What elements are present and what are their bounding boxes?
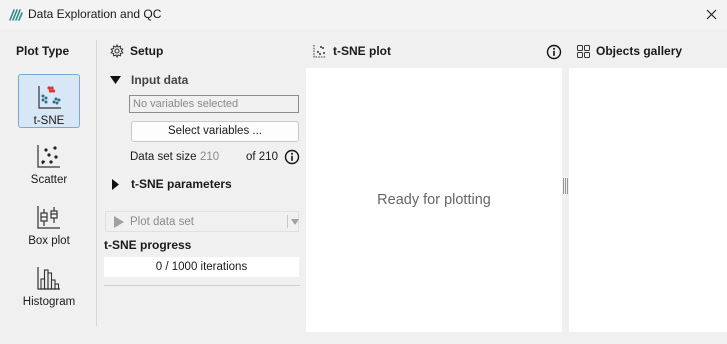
select-variables-button[interactable]: Select variables ...: [131, 121, 299, 142]
variables-field: No variables selected: [129, 95, 299, 113]
input-data-label: Input data: [131, 73, 189, 87]
close-button[interactable]: [696, 3, 726, 25]
splitter-handle[interactable]: [562, 178, 569, 194]
close-icon: [706, 9, 716, 19]
plot-data-set-button[interactable]: Plot data set: [105, 211, 299, 232]
column-divider: [96, 40, 97, 326]
data-set-size-total: of 210: [246, 151, 278, 163]
title-bar: Data Exploration and QC: [0, 0, 727, 29]
plot-type-box-plot[interactable]: Box plot: [18, 195, 80, 249]
setup-header: Setup: [110, 44, 163, 58]
caret-down-icon: [110, 75, 121, 84]
plot-type-label: Scatter: [30, 174, 68, 186]
tsne-parameters-toggle[interactable]: t-SNE parameters: [110, 177, 232, 191]
app-logo-icon: [9, 9, 23, 21]
gallery-header: Objects gallery: [577, 44, 682, 58]
plot-type-histogram[interactable]: Histogram: [18, 256, 80, 310]
tsne-small-icon: [313, 45, 326, 58]
setup-title: Setup: [130, 44, 164, 58]
info-icon[interactable]: [284, 149, 300, 165]
tsne-progress-title: t-SNE progress: [104, 238, 192, 252]
plot-type-header: Plot Type: [16, 44, 70, 58]
objects-gallery[interactable]: [569, 68, 727, 332]
button-split-divider: [287, 215, 288, 228]
grid-icon: [577, 44, 590, 58]
plot-type-label: t-SNE: [33, 115, 65, 127]
histogram-icon: [37, 267, 60, 290]
tsne-parameters-label: t-SNE parameters: [131, 177, 232, 191]
plot-type-label: Box plot: [28, 235, 70, 247]
plot-type-scatter[interactable]: Scatter: [18, 134, 80, 188]
scatter-plot-icon: [37, 145, 60, 168]
box-plot-icon: [37, 206, 60, 229]
plot-placeholder: Ready for plotting: [377, 192, 491, 208]
tsne-progress-bar: 0 / 1000 iterations: [104, 257, 299, 277]
window-title: Data Exploration and QC: [28, 7, 162, 21]
plot-header: t-SNE plot: [313, 44, 391, 58]
data-set-size-label: Data set size: [130, 151, 197, 163]
gallery-title: Objects gallery: [596, 44, 683, 58]
setup-divider: [104, 285, 300, 286]
plot-title: t-SNE plot: [333, 44, 391, 58]
caret-right-icon: [112, 178, 119, 190]
input-data-toggle[interactable]: Input data: [110, 73, 188, 87]
tsne-plot-icon: [38, 86, 61, 109]
plot-type-tsne[interactable]: t-SNE: [18, 74, 80, 128]
data-set-size-input[interactable]: 210: [200, 151, 219, 163]
chevron-down-icon[interactable]: [291, 218, 299, 226]
plot-type-label: Histogram: [22, 296, 76, 308]
plot-canvas[interactable]: Ready for plotting: [306, 68, 562, 332]
info-icon[interactable]: [546, 44, 562, 60]
gear-icon: [110, 44, 124, 58]
play-icon: [114, 215, 124, 228]
plot-data-set-label: Plot data set: [130, 215, 194, 228]
